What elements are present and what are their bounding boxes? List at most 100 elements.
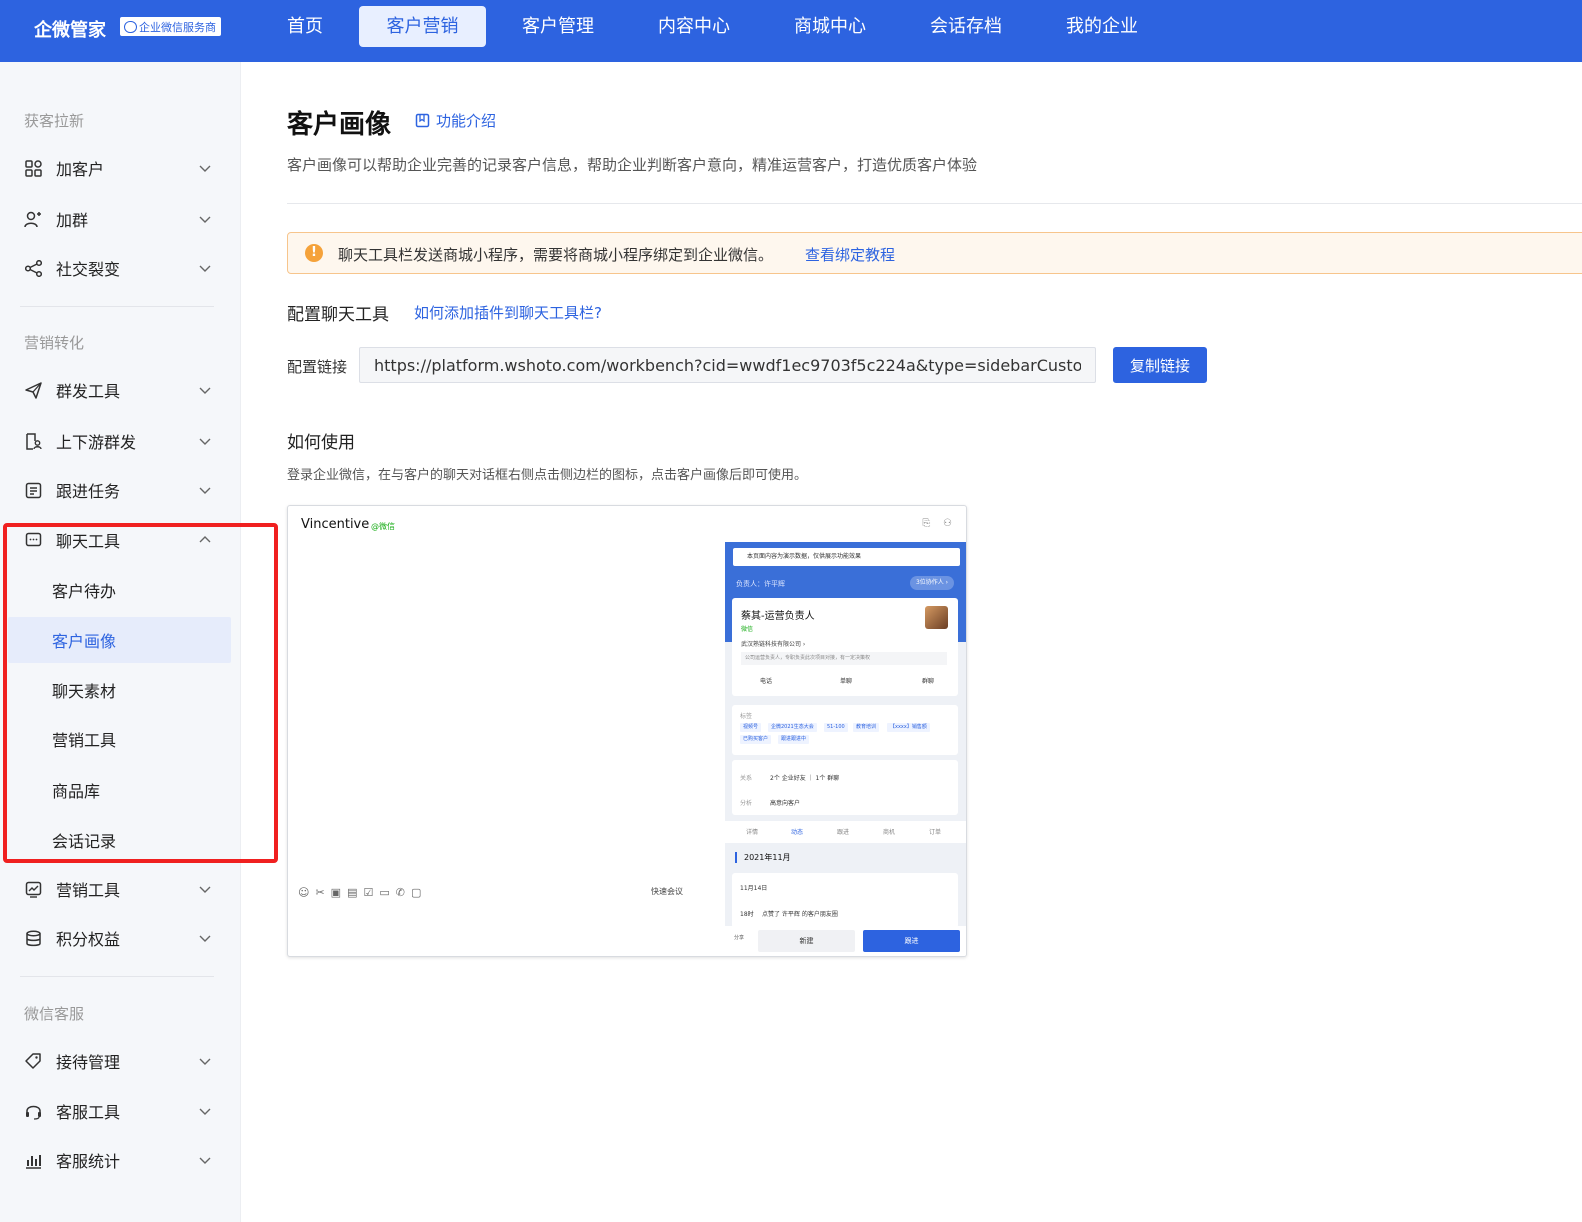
- sidebar-item-upstream-downstream[interactable]: 上下游群发: [0, 421, 241, 461]
- feature-intro-link[interactable]: 功能介绍: [415, 110, 496, 131]
- preview-tab-active: 动态: [791, 829, 804, 836]
- preview-customer-card: 蔡其-运营负责人 微信 武汉熟链科技有限公司 › 公司运营负责人，专职负责此次项…: [732, 598, 958, 696]
- preview-follow-button: 跟进: [863, 930, 960, 952]
- preview-action-group: 群聊: [922, 678, 935, 685]
- sidebar: 获客拉新 加客户 加群 社交裂变 营销转化 群发工具 上下游群发 跟进任务 聊天…: [0, 62, 241, 1222]
- feature-intro-label: 功能介绍: [436, 112, 497, 130]
- sidebar-subitem-session-records[interactable]: 会话记录: [8, 817, 231, 863]
- preview-feed-text: 点赞了 许平辉 的客户朋友圈: [762, 911, 838, 918]
- nav-my-enterprise[interactable]: 我的企业: [1052, 6, 1152, 47]
- chart-icon: [24, 880, 42, 898]
- chevron-down-icon: [199, 216, 211, 223]
- nav-home[interactable]: 首页: [270, 6, 340, 47]
- send-icon: [24, 381, 42, 399]
- sidebar-item-label: 群发工具: [56, 382, 121, 401]
- preview-tag-chip: 视频号: [740, 723, 762, 732]
- sidebar-item-label: 积分权益: [56, 930, 121, 949]
- nav-content-center[interactable]: 内容中心: [644, 6, 744, 47]
- sidebar-item-service-tools[interactable]: 客服工具: [0, 1091, 241, 1131]
- avatar: [925, 606, 948, 629]
- section-divider: [287, 203, 1582, 204]
- copy-link-button[interactable]: 复制链接: [1113, 347, 1207, 383]
- preview-month: 2021年11月: [735, 852, 791, 863]
- preview-quick-meeting: 快速会议: [651, 887, 683, 896]
- preview-demo-tip: 本页面内容为演示数据，仅供展示功能效果: [733, 548, 960, 566]
- chevron-down-icon: [199, 1157, 211, 1164]
- sidebar-subitem-marketing-tools[interactable]: 营销工具: [8, 716, 231, 762]
- sidebar-item-label: 社交裂变: [56, 260, 121, 279]
- preview-tab: 跟进: [837, 829, 850, 836]
- sidebar-item-label: 上下游群发: [56, 433, 137, 452]
- preview-tab: 详情: [746, 829, 759, 836]
- nav-customer-marketing[interactable]: 客户营销: [359, 6, 486, 47]
- preview-contact-tag: @微信: [371, 522, 395, 531]
- sidebar-item-service-stats[interactable]: 客服统计: [0, 1140, 241, 1180]
- page-description: 客户画像可以帮助企业完善的记录客户信息，帮助企业判断客户意向，精准运营客户，打造…: [287, 156, 978, 174]
- task-icon: [24, 481, 42, 499]
- sidebar-item-follow-tasks[interactable]: 跟进任务: [0, 470, 241, 510]
- sidebar-divider: [20, 306, 214, 307]
- add-plugin-help-link[interactable]: 如何添加插件到聊天工具栏?: [414, 302, 602, 323]
- sidebar-section-title: 获客拉新: [24, 112, 85, 130]
- service-provider-badge-label: 企业微信服务商: [139, 20, 216, 34]
- sidebar-item-label: 客服统计: [56, 1152, 121, 1171]
- sidebar-item-label: 接待管理: [56, 1053, 121, 1072]
- brand-name[interactable]: 企微管家: [34, 16, 106, 42]
- usage-preview-image: Vincentive @微信 ⎘ ⚇ ☺✂▣▤☑▭✆▢ 快速会议 本页面内容为演…: [287, 505, 967, 957]
- preview-relation-value: 2个 企业好友 ｜ 1个 群聊: [770, 775, 840, 782]
- sidebar-subitem-customer-profile[interactable]: 客户画像: [8, 617, 231, 663]
- preview-window-icons: ⎘ ⚇: [922, 518, 952, 529]
- share-icon: [24, 259, 42, 277]
- chevron-down-icon: [199, 1058, 211, 1065]
- grid-icon: [24, 159, 42, 177]
- wecom-logo-icon: [124, 20, 137, 33]
- sidebar-section-title: 微信客服: [24, 1005, 85, 1023]
- preview-tab: 订单: [929, 829, 942, 836]
- preview-action-phone: 电话: [760, 678, 773, 685]
- sidebar-item-reception-management[interactable]: 接待管理: [0, 1041, 241, 1081]
- sidebar-item-add-group[interactable]: 加群: [0, 199, 241, 239]
- chevron-down-icon: [199, 886, 211, 893]
- chevron-down-icon: [199, 438, 211, 445]
- sidebar-subitem-label: 会话记录: [52, 832, 117, 851]
- preview-new-button: 新建: [758, 930, 855, 952]
- service-provider-badge: 企业微信服务商: [120, 17, 221, 36]
- binding-tutorial-link[interactable]: 查看绑定教程: [805, 244, 895, 265]
- preview-chat-toolbar-icons: ☺✂▣▤☑▭✆▢: [298, 886, 428, 899]
- sidebar-subitem-customer-todo[interactable]: 客户待办: [8, 567, 231, 613]
- preview-relation-label: 关系: [740, 775, 753, 782]
- config-section-title: 配置聊天工具: [287, 305, 389, 325]
- notice-text: 聊天工具栏发送商城小程序，需要将商城小程序绑定到企业微信。: [338, 246, 774, 264]
- sidebar-item-label: 加客户: [56, 160, 105, 179]
- sidebar-item-add-customer[interactable]: 加客户: [0, 148, 241, 188]
- sidebar-subitem-product-library[interactable]: 商品库: [8, 767, 231, 813]
- sidebar-subitem-label: 客户待办: [52, 582, 117, 601]
- sidebar-item-points-benefits[interactable]: 积分权益: [0, 918, 241, 958]
- tag-icon: [24, 1052, 42, 1070]
- config-link-input[interactable]: [359, 347, 1096, 383]
- preview-customer-name: 蔡其-运营负责人: [741, 611, 815, 622]
- document-user-icon: [24, 432, 42, 450]
- chevron-down-icon: [199, 935, 211, 942]
- sidebar-item-marketing-tools[interactable]: 营销工具: [0, 869, 241, 909]
- nav-customer-management[interactable]: 客户管理: [508, 6, 608, 47]
- nav-session-archive[interactable]: 会话存档: [916, 6, 1016, 47]
- sidebar-item-chat-tools[interactable]: 聊天工具: [0, 520, 241, 560]
- preview-bottom-bar: 分享 新建 跟进: [725, 926, 966, 956]
- notice-banner: ! 聊天工具栏发送商城小程序，需要将商城小程序绑定到企业微信。 查看绑定教程: [287, 232, 1582, 274]
- preview-analysis-value: 高意向客户: [770, 800, 801, 807]
- sidebar-section-title: 营销转化: [24, 334, 85, 352]
- preview-note: 公司运营负责人，专职负责此次项目对接，有一定决策权: [741, 652, 947, 665]
- sidebar-item-social-fission[interactable]: 社交裂变: [0, 248, 241, 288]
- sidebar-item-label: 聊天工具: [56, 532, 121, 551]
- sidebar-subitem-chat-materials[interactable]: 聊天素材: [8, 667, 231, 713]
- preview-activity-card: 11月14日 18时 点赞了 许平辉 的客户朋友圈: [732, 873, 958, 928]
- preview-tab: 商机: [883, 829, 896, 836]
- chevron-down-icon: [199, 387, 211, 394]
- sidebar-item-mass-send[interactable]: 群发工具: [0, 370, 241, 410]
- nav-mall-center[interactable]: 商城中心: [780, 6, 880, 47]
- bar-chart-icon: [24, 1151, 42, 1169]
- preview-sidebar-panel: 本页面内容为演示数据，仅供展示功能效果 负责人：许平辉 3位协作人 › 蔡其-运…: [725, 542, 966, 956]
- chevron-up-icon: [199, 536, 211, 543]
- chat-icon: [24, 531, 42, 549]
